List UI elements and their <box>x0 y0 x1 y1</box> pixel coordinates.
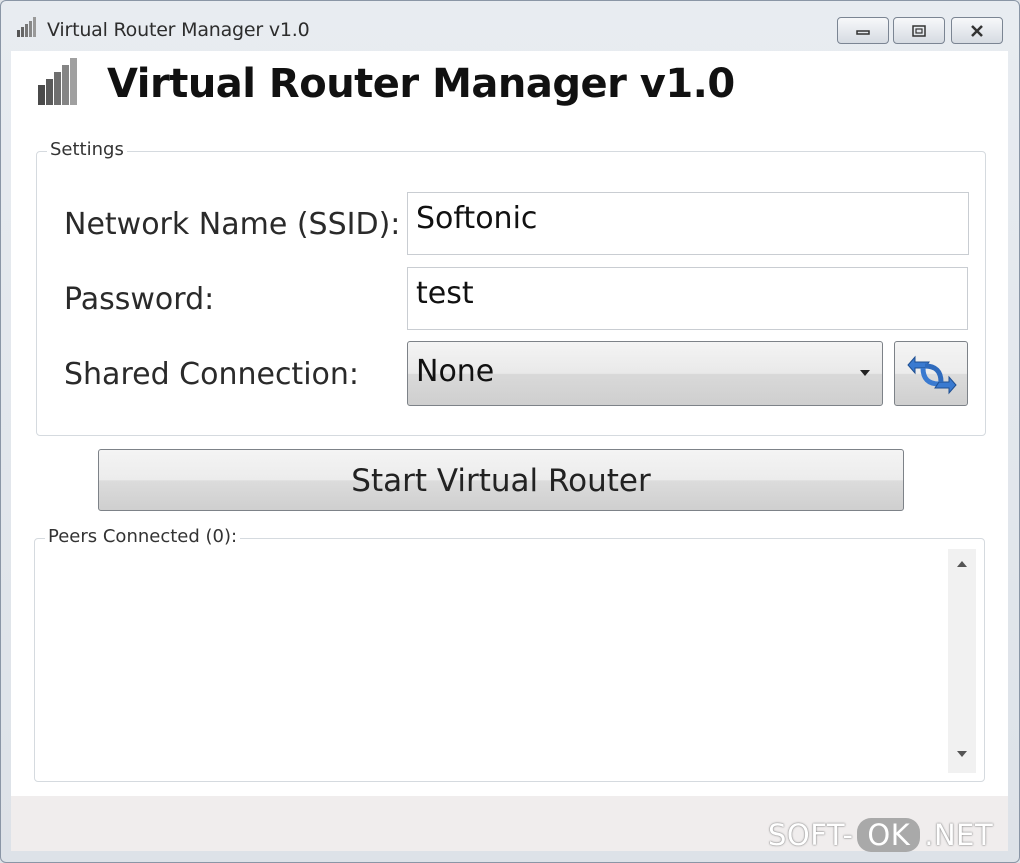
signal-bars-icon <box>17 17 36 37</box>
refresh-connections-button[interactable] <box>894 341 968 406</box>
minimize-button[interactable] <box>837 17 889 44</box>
chevron-down-icon <box>860 370 870 376</box>
start-button-label: Start Virtual Router <box>351 463 651 499</box>
watermark-ok: OK <box>857 818 921 852</box>
window-title: Virtual Router Manager v1.0 <box>47 19 310 41</box>
settings-legend: Settings <box>47 139 127 160</box>
page-title: Virtual Router Manager v1.0 <box>107 61 735 107</box>
ssid-field[interactable]: Softonic <box>407 192 969 255</box>
password-label: Password: <box>64 282 215 317</box>
shared-connection-select[interactable]: None <box>407 341 883 406</box>
maximize-icon <box>912 24 926 37</box>
signal-bars-icon <box>38 58 77 105</box>
settings-group: Settings Network Name (SSID): Softonic P… <box>36 139 986 436</box>
refresh-arrows-icon <box>907 355 957 395</box>
peers-group: Peers Connected (0): <box>34 526 985 782</box>
title-bar[interactable]: Virtual Router Manager v1.0 <box>1 1 1019 49</box>
password-field[interactable]: test <box>407 267 968 330</box>
ssid-label: Network Name (SSID): <box>64 207 401 242</box>
client-area: Virtual Router Manager v1.0 Settings Net… <box>11 51 1008 851</box>
close-icon <box>971 24 983 37</box>
close-button[interactable] <box>951 17 1003 44</box>
minimize-icon <box>856 29 870 35</box>
scroll-down-icon[interactable] <box>957 751 967 757</box>
peers-list[interactable] <box>37 539 984 781</box>
maximize-button[interactable] <box>893 17 945 44</box>
shared-connection-value: None <box>416 354 495 389</box>
watermark: SOFT- OK .NET <box>768 818 993 858</box>
peers-scrollbar[interactable] <box>948 549 976 773</box>
scroll-up-icon[interactable] <box>957 561 967 567</box>
start-virtual-router-button[interactable]: Start Virtual Router <box>98 449 904 511</box>
shared-connection-label: Shared Connection: <box>64 357 360 392</box>
watermark-prefix: SOFT- <box>768 818 854 852</box>
watermark-suffix: .NET <box>924 818 994 852</box>
app-window: Virtual Router Manager v1.0 Virtual Rout… <box>0 0 1020 863</box>
